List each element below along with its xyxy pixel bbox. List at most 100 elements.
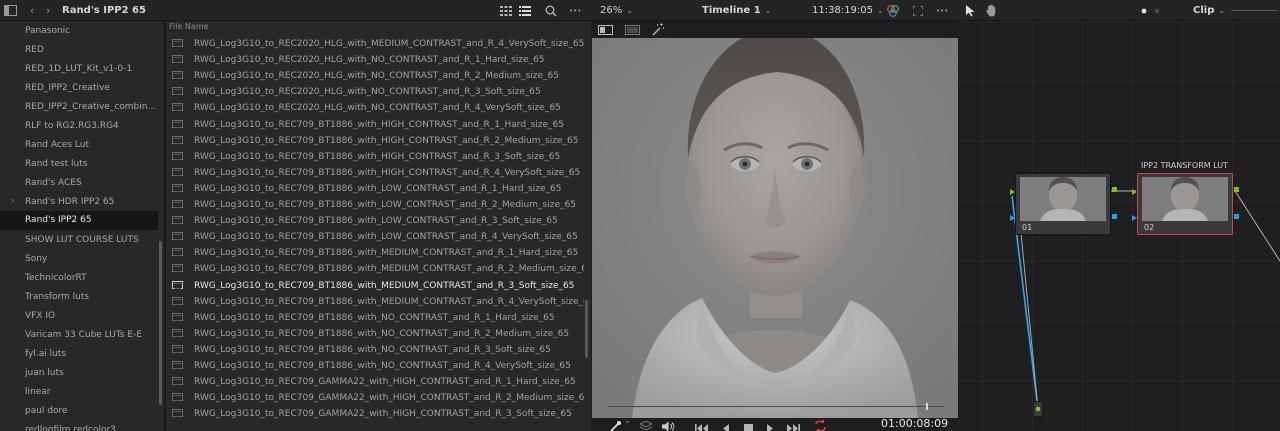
lut-file-name: RWG_Log3G10_to_REC2020_HLG_with_NO_CONTR… bbox=[194, 71, 559, 82]
sidebar-item[interactable]: linear bbox=[0, 383, 158, 402]
lut-file-row[interactable]: RWG_Log3G10_to_REC709_BT1886_with_MEDIUM… bbox=[172, 294, 584, 310]
lut-file-row[interactable]: RWG_Log3G10_to_REC709_BT1886_with_HIGH_C… bbox=[172, 149, 584, 165]
rgb-input-pin[interactable] bbox=[1010, 189, 1015, 195]
file-list-scrollbar[interactable] bbox=[585, 300, 588, 358]
portrait-image bbox=[592, 38, 958, 418]
sidebar-scrollbar[interactable] bbox=[159, 241, 162, 405]
lut-file-row[interactable]: RWG_Log3G10_to_REC709_BT1886_with_LOW_CO… bbox=[172, 197, 584, 213]
lut-file-name: RWG_Log3G10_to_REC709_BT1886_with_MEDIUM… bbox=[194, 248, 579, 259]
sidebar-item[interactable]: paul dore bbox=[0, 402, 158, 421]
sidebar-item[interactable]: RED_1D_LUT_Kit_v1-0-1 bbox=[0, 60, 158, 79]
sidebar-item[interactable]: RLF to RG2.RG3.RG4 bbox=[0, 117, 158, 136]
search-icon[interactable] bbox=[545, 0, 557, 21]
dot-icon[interactable] bbox=[1141, 0, 1147, 21]
lut-file-row[interactable]: RWG_Log3G10_to_REC709_BT1886_with_MEDIUM… bbox=[172, 261, 584, 277]
sidebar-item-selected[interactable]: Rand's IPP2 65 bbox=[0, 211, 158, 230]
playhead[interactable] bbox=[926, 403, 929, 410]
lut-file-row[interactable]: RWG_Log3G10_to_REC709_BT1886_with_LOW_CO… bbox=[172, 213, 584, 229]
lut-file-row[interactable]: RWG_Log3G10_to_REC709_BT1886_with_HIGH_C… bbox=[172, 165, 584, 181]
lut-file-row[interactable]: RWG_Log3G10_to_REC2020_HLG_with_NO_CONTR… bbox=[172, 68, 584, 84]
pointer-icon[interactable] bbox=[966, 0, 975, 21]
lut-file-row[interactable]: RWG_Log3G10_to_REC709_BT1886_with_NO_CON… bbox=[172, 342, 584, 358]
list-view-icon[interactable] bbox=[519, 0, 531, 21]
lut-file-row[interactable]: RWG_Log3G10_to_REC2020_HLG_with_NO_CONTR… bbox=[172, 100, 584, 116]
volume-icon[interactable] bbox=[662, 417, 675, 431]
sidebar-item[interactable]: Transform luts bbox=[0, 288, 158, 307]
lut-file-row[interactable]: RWG_Log3G10_to_REC709_BT1886_with_HIGH_C… bbox=[172, 133, 584, 149]
lut-file-icon bbox=[172, 167, 183, 176]
sidebar-item[interactable]: redlogfilm redcolor3 bbox=[0, 421, 158, 431]
lut-file-row[interactable]: RWG_Log3G10_to_REC709_BT1886_with_NO_CON… bbox=[172, 326, 584, 342]
rgb-input-pin[interactable] bbox=[1132, 189, 1137, 195]
skip-start-icon[interactable] bbox=[695, 418, 709, 431]
lut-file-row[interactable]: RWG_Log3G10_to_REC709_BT1886_with_NO_CON… bbox=[172, 358, 584, 374]
sidebar-item[interactable]: RED bbox=[0, 41, 158, 60]
dot-icon[interactable] bbox=[1154, 0, 1160, 21]
lut-file-name: RWG_Log3G10_to_REC709_GAMMA22_with_HIGH_… bbox=[194, 377, 576, 388]
step-back-icon[interactable] bbox=[722, 418, 730, 431]
sidebar-item[interactable]: juan luts bbox=[0, 364, 158, 383]
sidebar-item[interactable]: Sony bbox=[0, 250, 158, 269]
column-header-file-name[interactable]: File Name bbox=[166, 21, 591, 33]
lut-file-row[interactable]: RWG_Log3G10_to_REC2020_HLG_with_NO_CONTR… bbox=[172, 52, 584, 68]
lut-file-row[interactable]: RWG_Log3G10_to_REC709_GAMMA22_with_HIGH_… bbox=[172, 406, 584, 422]
viewer-image[interactable] bbox=[592, 38, 958, 418]
key-input-pin[interactable] bbox=[1010, 215, 1015, 221]
source-input-node[interactable] bbox=[1033, 401, 1043, 417]
eyedropper-icon[interactable] bbox=[610, 417, 622, 431]
sidebar-item[interactable]: Rand test luts bbox=[0, 155, 158, 174]
sidebar-item[interactable]: Rand Aces Lut bbox=[0, 136, 158, 155]
scrub-bar[interactable] bbox=[608, 403, 944, 410]
sidebar-item[interactable]: RED_IPP2_Creative_combined... bbox=[0, 98, 158, 117]
lut-file-row[interactable]: RWG_Log3G10_to_REC709_BT1886_with_LOW_CO… bbox=[172, 229, 584, 245]
split-view-icon[interactable] bbox=[625, 21, 640, 38]
play-icon[interactable] bbox=[766, 418, 774, 431]
fullscreen-icon[interactable] bbox=[913, 0, 923, 21]
sidebar-item[interactable]: Panasonic bbox=[0, 22, 158, 41]
key-input-pin[interactable] bbox=[1132, 215, 1137, 221]
lut-file-row[interactable]: RWG_Log3G10_to_REC709_BT1886_with_HIGH_C… bbox=[172, 117, 584, 133]
back-icon[interactable]: ‹ bbox=[30, 0, 34, 21]
sidebar-item[interactable]: RED_IPP2_Creative bbox=[0, 79, 158, 98]
sidebar-item[interactable]: fyl.ai luts bbox=[0, 345, 158, 364]
more-icon[interactable]: ••• bbox=[569, 0, 581, 21]
node-01[interactable]: 01 bbox=[1015, 173, 1111, 235]
skip-end-icon[interactable] bbox=[786, 418, 800, 431]
grid-view-icon[interactable] bbox=[500, 0, 512, 21]
rgb-output-pin[interactable] bbox=[1112, 187, 1117, 192]
lut-file-row[interactable]: RWG_Log3G10_to_REC2020_HLG_with_MEDIUM_C… bbox=[172, 36, 584, 52]
lut-file-row[interactable]: RWG_Log3G10_to_REC709_GAMMA22_with_HIGH_… bbox=[172, 374, 584, 390]
forward-icon[interactable]: › bbox=[46, 0, 50, 21]
sidebar-item[interactable]: Rand's HDR IPP2 65 bbox=[0, 193, 158, 212]
sidebar-item[interactable]: VFX IO bbox=[0, 307, 158, 326]
sidebar-item[interactable]: TechnicolorRT bbox=[0, 269, 158, 288]
rgb-output-pin[interactable] bbox=[1234, 187, 1239, 192]
mode-select[interactable]: Clip ⌄ bbox=[1193, 0, 1278, 21]
loop-icon[interactable] bbox=[813, 417, 828, 431]
single-view-icon[interactable] bbox=[598, 21, 613, 38]
lut-file-row[interactable]: RWG_Log3G10_to_REC2020_HLG_with_NO_CONTR… bbox=[172, 84, 584, 100]
wand-icon[interactable] bbox=[652, 21, 665, 38]
timecode-select[interactable]: 11:38:19:05 ⌄ bbox=[812, 0, 884, 21]
zoom-select[interactable]: 26% ⌄ bbox=[600, 0, 633, 21]
lut-file-row[interactable]: RWG_Log3G10_to_REC709_BT1886_with_LOW_CO… bbox=[172, 181, 584, 197]
sidebar-item[interactable]: Varicam 33 Cube LUTs E-E bbox=[0, 326, 158, 345]
chevron-down-icon[interactable]: ⌄ bbox=[624, 416, 631, 425]
lut-file-row[interactable]: RWG_Log3G10_to_REC709_BT1886_with_MEDIUM… bbox=[172, 245, 584, 261]
hand-icon[interactable] bbox=[986, 0, 998, 21]
lut-file-row[interactable]: RWG_Log3G10_to_REC709_GAMMA22_with_HIGH_… bbox=[172, 390, 584, 406]
sidebar-item[interactable]: Rand's ACES bbox=[0, 174, 158, 193]
key-output-pin[interactable] bbox=[1234, 214, 1239, 219]
lut-file-row[interactable]: RWG_Log3G10_to_REC709_BT1886_with_MEDIUM… bbox=[172, 278, 584, 294]
color-wheel-icon[interactable] bbox=[886, 0, 900, 21]
node-editor[interactable]: 01 IPP2 TRANSFORM LUT 02 bbox=[958, 21, 1280, 431]
more-icon[interactable]: ••• bbox=[936, 0, 948, 21]
sidebar-item[interactable]: SHOW LUT COURSE LUTS bbox=[0, 231, 158, 250]
key-output-pin[interactable] bbox=[1112, 214, 1117, 219]
sidebar-toggle-icon[interactable] bbox=[4, 0, 17, 21]
timeline-select[interactable]: Timeline 1 ⌄ bbox=[702, 0, 771, 21]
node-02[interactable]: 02 bbox=[1137, 173, 1233, 235]
layers-icon[interactable] bbox=[638, 417, 654, 431]
stop-icon[interactable] bbox=[744, 418, 753, 431]
lut-file-row[interactable]: RWG_Log3G10_to_REC709_BT1886_with_NO_CON… bbox=[172, 310, 584, 326]
